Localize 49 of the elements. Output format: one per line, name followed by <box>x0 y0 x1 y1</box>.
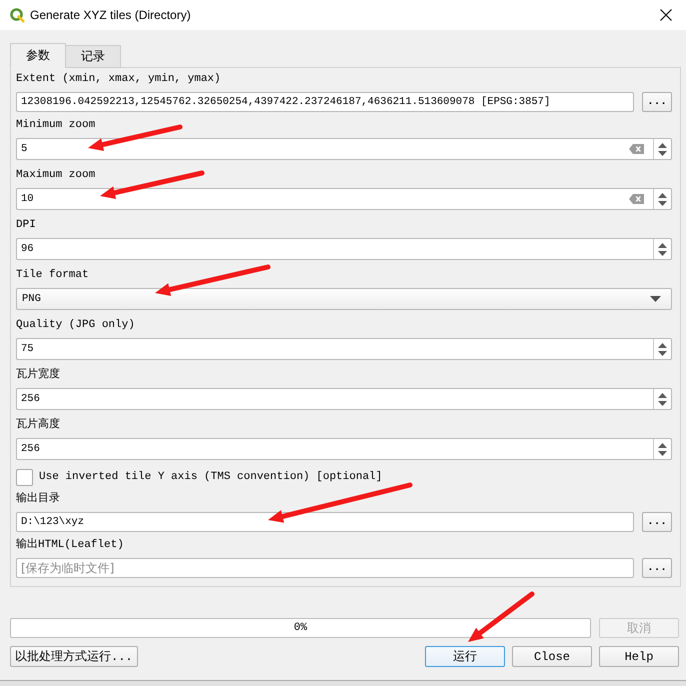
checkbox[interactable] <box>16 468 33 486</box>
tab[interactable]: 参数 <box>10 43 66 68</box>
progress-reading: 0% <box>294 622 308 634</box>
field-label: Tile format <box>16 268 90 282</box>
browse-button[interactable]: ... <box>642 92 672 112</box>
spin-down-icon[interactable] <box>658 250 667 256</box>
field-label: Minimum zoom <box>16 118 96 132</box>
spin-box[interactable]: 75 <box>16 338 672 360</box>
browse-button[interactable]: ... <box>642 558 672 578</box>
field-label: 输出HTML(Leaflet) <box>16 538 125 552</box>
browse-button[interactable]: ... <box>642 512 672 532</box>
checkbox-label: Use inverted tile Y axis (TMS convention) [optional] <box>39 471 382 483</box>
spin-up-icon[interactable] <box>658 142 667 148</box>
clear-icon[interactable] <box>629 194 644 204</box>
spin-down-icon[interactable] <box>658 150 667 156</box>
spin-up-icon[interactable] <box>658 242 667 248</box>
spin-up-icon[interactable] <box>658 392 667 398</box>
dialog-button[interactable]: Help <box>599 646 679 667</box>
field-label: 瓦片宽度 <box>16 368 61 382</box>
window-title: Generate XYZ tiles (Directory) <box>30 8 192 22</box>
field-label: Maximum zoom <box>16 168 96 182</box>
field-label: 输出目录 <box>16 492 61 506</box>
spin-box[interactable]: 96 <box>16 238 672 260</box>
tab[interactable]: 记录 <box>65 45 121 68</box>
spin-up-icon[interactable] <box>658 342 667 348</box>
batch-button[interactable]: 以批处理方式运行... <box>10 646 138 667</box>
spin-up-icon[interactable] <box>658 192 667 198</box>
dialog-button[interactable]: Close <box>512 646 592 667</box>
clear-icon[interactable] <box>629 144 644 154</box>
field-label: 瓦片高度 <box>16 418 61 432</box>
spin-down-icon[interactable] <box>658 350 667 356</box>
spin-box[interactable]: 5 <box>16 138 672 160</box>
caret-icon <box>650 296 661 302</box>
spin-up-icon[interactable] <box>658 442 667 448</box>
spin-box[interactable]: 256 <box>16 438 672 460</box>
spin-down-icon[interactable] <box>658 200 667 206</box>
spin-down-icon[interactable] <box>658 450 667 456</box>
field-label: DPI <box>16 218 37 232</box>
spin-down-icon[interactable] <box>658 400 667 406</box>
dialog-button[interactable]: 运行 <box>425 646 505 667</box>
field-label: Quality (JPG only) <box>16 318 136 332</box>
spin-box[interactable]: 256 <box>16 388 672 410</box>
dropdown[interactable]: PNG <box>16 288 672 310</box>
text-field[interactable]: 12308196.042592213,12545762.32650254,4397422.237246187,4636211.513609078 [EPSG:3857] <box>16 92 634 112</box>
app-logo-icon <box>10 8 25 22</box>
spin-box[interactable]: 10 <box>16 188 672 210</box>
close-icon[interactable] <box>660 9 672 21</box>
text-field[interactable]: D:\123\xyz <box>16 512 634 532</box>
field-label: Extent (xmin, xmax, ymin, ymax) <box>16 72 222 86</box>
